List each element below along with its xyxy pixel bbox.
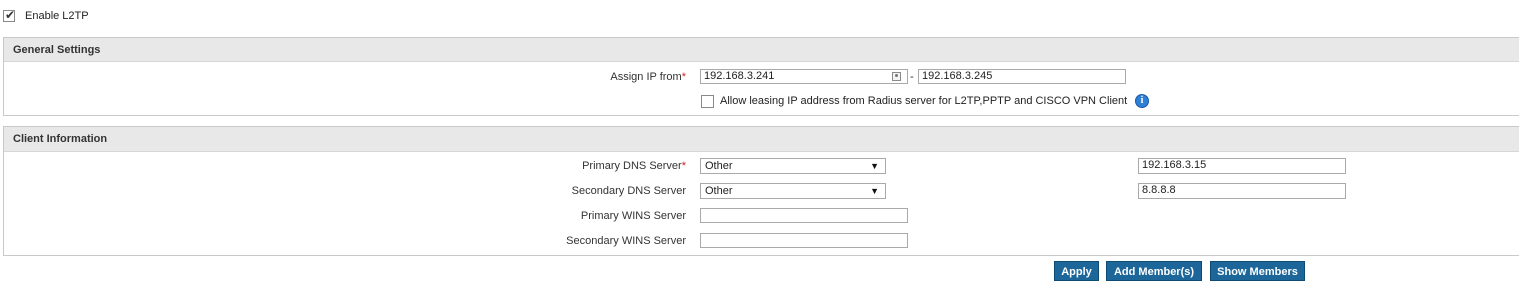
address-book-icon[interactable]	[892, 72, 901, 81]
chevron-down-icon: ▼	[870, 186, 879, 196]
enable-l2tp-checkbox[interactable]: ✔	[3, 8, 16, 22]
primary-dns-input[interactable]: 192.168.3.15	[1138, 158, 1346, 174]
primary-dns-label: Primary DNS Server*	[582, 160, 686, 172]
radius-lease-label: Allow leasing IP address from Radius ser…	[720, 95, 1128, 107]
secondary-dns-select[interactable]: Other ▼	[700, 183, 886, 199]
secondary-wins-label: Secondary WINS Server	[566, 235, 686, 247]
ip-start-input[interactable]: 192.168.3.241	[700, 69, 908, 84]
secondary-wins-input[interactable]	[700, 233, 908, 248]
info-icon[interactable]: i	[1135, 94, 1149, 108]
ip-end-input[interactable]: 192.168.3.245	[918, 69, 1126, 84]
assign-ip-label: Assign IP from*	[610, 71, 686, 83]
enable-l2tp-label: Enable L2TP	[25, 10, 89, 22]
add-members-button[interactable]: Add Member(s)	[1106, 261, 1202, 281]
primary-dns-select[interactable]: Other ▼	[700, 158, 886, 174]
client-information-title: Client Information	[13, 133, 108, 145]
general-settings-header: General Settings	[4, 38, 1519, 62]
checkmark-icon: ✔	[5, 8, 16, 22]
required-mark: *	[681, 71, 686, 83]
secondary-dns-input[interactable]: 8.8.8.8	[1138, 183, 1346, 199]
primary-wins-label: Primary WINS Server	[580, 210, 686, 222]
apply-button[interactable]: Apply	[1054, 261, 1099, 281]
client-information-header: Client Information	[4, 127, 1519, 152]
chevron-down-icon: ▼	[870, 161, 879, 171]
range-separator: -	[910, 71, 914, 83]
general-settings-title: General Settings	[13, 44, 101, 56]
radius-lease-checkbox[interactable]	[701, 95, 714, 108]
required-mark: *	[681, 160, 686, 172]
primary-wins-input[interactable]	[700, 208, 908, 223]
show-members-button[interactable]: Show Members	[1210, 261, 1305, 281]
secondary-dns-label: Secondary DNS Server	[571, 185, 686, 197]
